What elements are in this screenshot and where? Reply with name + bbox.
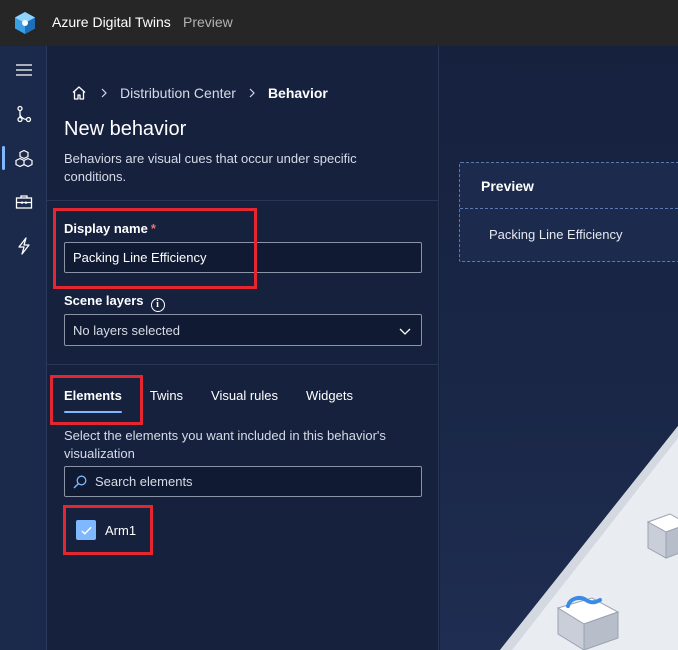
tab-elements[interactable]: Elements [64, 387, 122, 413]
divider [47, 364, 439, 365]
tab-widgets[interactable]: Widgets [306, 387, 353, 413]
menu-icon [15, 64, 32, 76]
rail-item-toolbox[interactable] [0, 180, 47, 224]
lightning-icon [17, 237, 30, 255]
git-branch-icon [16, 105, 31, 123]
search-elements-input[interactable]: Search elements [64, 466, 422, 497]
scene-layers-dropdown[interactable]: No layers selected [64, 314, 422, 346]
elements-description: Select the elements you want included in… [64, 428, 386, 461]
left-rail [0, 46, 47, 650]
divider [47, 200, 439, 201]
scene-3d-render [500, 426, 678, 650]
checkmark-icon [80, 526, 92, 535]
rail-item-graph[interactable] [0, 92, 47, 136]
behavior-panel: Distribution Center Behavior New behavio… [47, 46, 439, 650]
scene-layers-value: No layers selected [73, 322, 180, 338]
breadcrumb-behavior: Behavior [267, 85, 328, 101]
menu-button[interactable] [0, 48, 47, 92]
scene-layers-label-text: Scene layers [64, 293, 144, 308]
preview-card: Preview Packing Line Efficiency [459, 162, 678, 262]
preview-title: Preview [460, 163, 678, 209]
azure-digital-twins-logo [15, 12, 35, 34]
chevron-right-icon [101, 88, 107, 98]
tab-twins[interactable]: Twins [150, 387, 183, 413]
scene-layers-label: Scene layers i [64, 293, 165, 312]
toolbox-icon [15, 195, 32, 209]
search-placeholder: Search elements [95, 474, 193, 489]
chevron-down-icon [399, 328, 411, 335]
display-name-input[interactable] [64, 242, 422, 273]
behavior-tabs: Elements Twins Visual rules Widgets [64, 387, 381, 417]
element-item-arm1[interactable]: Arm1 [76, 520, 136, 540]
rail-item-scenes[interactable] [0, 136, 47, 180]
tab-visual-rules[interactable]: Visual rules [211, 387, 278, 413]
rail-item-actions[interactable] [0, 224, 47, 268]
cubes-icon [14, 149, 33, 167]
required-marker: * [150, 221, 156, 236]
scene-viewport[interactable]: Preview Packing Line Efficiency [440, 46, 678, 650]
arm1-checkbox[interactable] [76, 520, 96, 540]
breadcrumb: Distribution Center Behavior [71, 83, 339, 103]
chevron-right-icon [249, 88, 255, 98]
preview-item: Packing Line Efficiency [489, 227, 623, 242]
display-name-label: Display name * [64, 221, 156, 236]
page-title: New behavior [64, 118, 187, 140]
search-icon [73, 475, 87, 488]
home-icon[interactable] [71, 85, 87, 101]
app-title: Azure Digital Twins [52, 14, 171, 30]
arm1-label: Arm1 [105, 522, 137, 538]
top-bar: Azure Digital Twins Preview [0, 0, 678, 46]
breadcrumb-distribution-center[interactable]: Distribution Center [120, 85, 236, 101]
display-name-label-text: Display name [64, 221, 148, 236]
info-icon[interactable]: i [150, 297, 165, 312]
app-subtitle: Preview [183, 14, 233, 30]
page-description: Behaviors are visual cues that occur und… [64, 151, 357, 184]
